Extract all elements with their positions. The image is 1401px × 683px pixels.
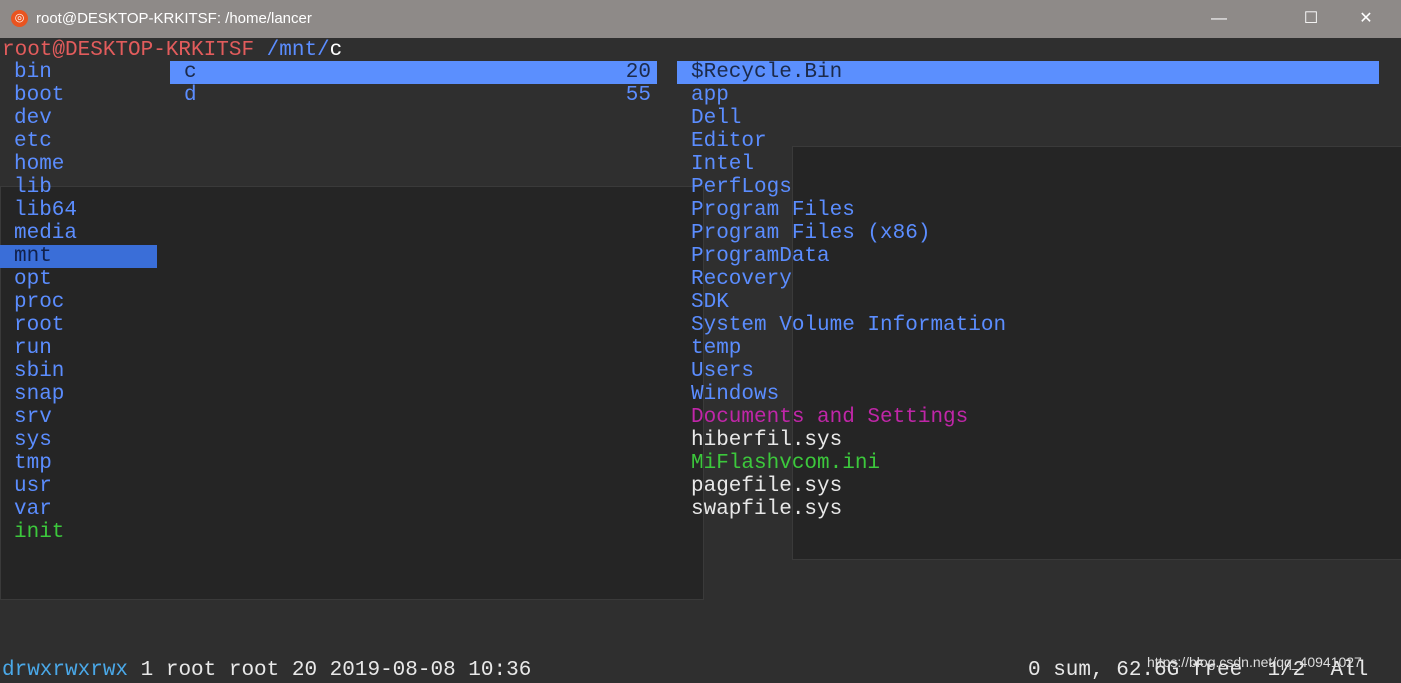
list-item[interactable]: Users	[677, 360, 1379, 383]
minimize-button[interactable]: —	[1196, 6, 1242, 32]
list-item[interactable]: media	[0, 222, 157, 245]
list-item[interactable]: ProgramData	[677, 245, 1379, 268]
prompt-path: /mnt/	[254, 39, 330, 62]
list-item[interactable]: hiberfil.sys	[677, 429, 1379, 452]
list-item[interactable]: opt	[0, 268, 157, 291]
list-item[interactable]: $Recycle.Bin	[677, 61, 1379, 84]
list-item[interactable]: lib64	[0, 199, 157, 222]
scrollbar[interactable]	[1381, 38, 1401, 683]
list-item[interactable]: proc	[0, 291, 157, 314]
list-item[interactable]: PerfLogs	[677, 176, 1379, 199]
list-item[interactable]: usr	[0, 475, 157, 498]
list-item[interactable]: dev	[0, 107, 157, 130]
list-item[interactable]: mnt	[0, 245, 157, 268]
prompt: root@DESKTOP-KRKITSF /mnt/c	[2, 39, 342, 62]
list-item[interactable]: Recovery	[677, 268, 1379, 291]
prompt-user-host: root@DESKTOP-KRKITSF	[2, 39, 255, 62]
item-size: 55	[625, 84, 651, 107]
maximize-button[interactable]: ☐	[1288, 6, 1334, 32]
list-item[interactable]: Program Files	[677, 199, 1379, 222]
list-item[interactable]: Dell	[677, 107, 1379, 130]
list-item[interactable]: sbin	[0, 360, 157, 383]
list-item[interactable]: snap	[0, 383, 157, 406]
list-item[interactable]: srv	[0, 406, 157, 429]
list-item[interactable]: Documents and Settings	[677, 406, 1379, 429]
list-item[interactable]: swapfile.sys	[677, 498, 1379, 521]
list-item[interactable]: Program Files (x86)	[677, 222, 1379, 245]
item-size: 20	[625, 61, 651, 84]
close-button[interactable]: ✕	[1343, 6, 1389, 32]
list-item[interactable]: Editor	[677, 130, 1379, 153]
list-item[interactable]: sys	[0, 429, 157, 452]
list-item[interactable]: boot	[0, 84, 157, 107]
watermark: https://blog.csdn.net/qq_40941027	[1147, 654, 1362, 670]
list-item[interactable]: Intel	[677, 153, 1379, 176]
list-item[interactable]: bin	[0, 61, 157, 84]
list-item[interactable]: pagefile.sys	[677, 475, 1379, 498]
window-title: root@DESKTOP-KRKITSF: /home/lancer	[36, 10, 312, 27]
list-item[interactable]: root	[0, 314, 157, 337]
list-item[interactable]: Windows	[677, 383, 1379, 406]
list-item[interactable]: MiFlashvcom.ini	[677, 452, 1379, 475]
list-item[interactable]: SDK	[677, 291, 1379, 314]
item-name: d	[184, 84, 197, 107]
list-item[interactable]: c 20	[170, 61, 657, 84]
list-item[interactable]: tmp	[0, 452, 157, 475]
list-item[interactable]: System Volume Information	[677, 314, 1379, 337]
list-item[interactable]: lib	[0, 176, 157, 199]
status-bar-left: drwxrwxrwx 1 root root 20 2019-08-08 10:…	[2, 659, 531, 682]
prompt-current: c	[329, 39, 343, 62]
title-bar: ◎ root@DESKTOP-KRKITSF: /home/lancer — ☐…	[0, 0, 1401, 38]
file-info: 1 root root 20 2019-08-08 10:36	[128, 659, 532, 682]
terminal[interactable]: root@DESKTOP-KRKITSF /mnt/c bin boot dev et…	[0, 38, 1401, 683]
permissions: drwxrwxrwx	[2, 659, 129, 682]
list-item[interactable]: app	[677, 84, 1379, 107]
item-name: c	[184, 61, 197, 84]
list-item[interactable]: init	[0, 521, 157, 544]
list-item[interactable]: etc	[0, 130, 157, 153]
list-item[interactable]: d 55	[170, 84, 657, 107]
list-item[interactable]: var	[0, 498, 157, 521]
list-item[interactable]: run	[0, 337, 157, 360]
list-item[interactable]: home	[0, 153, 157, 176]
ubuntu-logo-icon: ◎	[11, 10, 28, 27]
list-item[interactable]: temp	[677, 337, 1379, 360]
